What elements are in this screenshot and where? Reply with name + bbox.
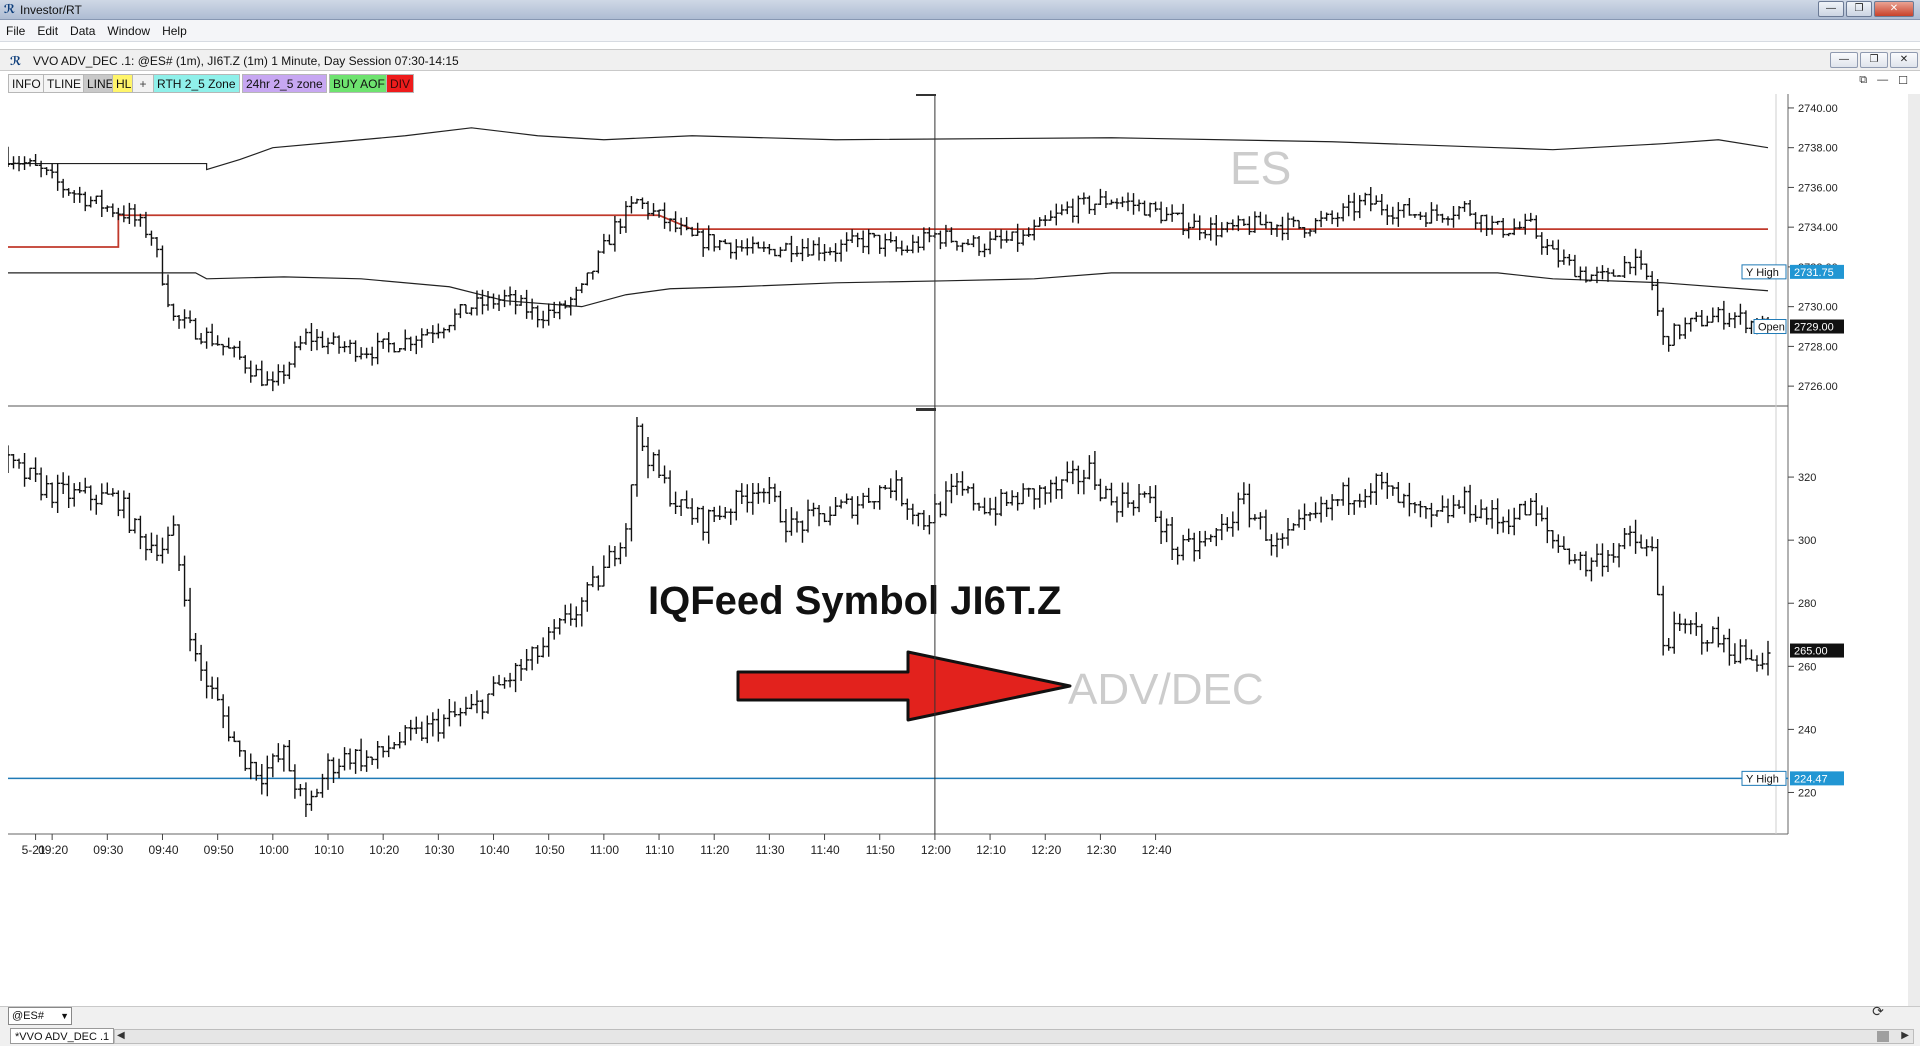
x-tick-label: 11:10 [645,843,674,857]
x-tick-label: 09:30 [93,843,123,857]
y-tick-label: 320 [1798,472,1816,484]
x-tick-label: 10:50 [535,843,565,857]
tline-button[interactable]: TLINE [43,74,86,93]
scroll-right-icon[interactable]: ▶ [1901,1030,1909,1041]
x-tick-label: 12:20 [1031,843,1061,857]
x-tick-label: 12:00 [921,843,951,857]
chart-area[interactable]: ES2740.002738.002736.002734.002732.00273… [8,94,1844,1006]
menu-window[interactable]: Window [101,24,156,38]
y-tick-label: 2740.00 [1798,103,1838,115]
menu-data[interactable]: Data [64,24,101,38]
y-tick-label: 260 [1798,661,1816,673]
y-tick-label: 220 [1798,787,1816,799]
y-tick-label: 280 [1798,598,1816,610]
y-tick-label: 2728.00 [1798,341,1838,353]
info-button[interactable]: INFO [8,74,45,93]
window-controls: — ❐ ✕ [1818,1,1914,17]
maximize-button[interactable]: ❐ [1846,1,1872,17]
price-marker-value: 224.47 [1794,773,1828,785]
marker-label: Open [1758,322,1785,334]
window-titlebar: ℛ Investor/RT — ❐ ✕ [0,0,1920,20]
buy-aof-button[interactable]: BUY AOF [329,74,389,93]
minimize-pane-icon[interactable]: — [1877,74,1888,87]
chart-close-button[interactable]: ✕ [1890,52,1918,68]
chart-minimize-button[interactable]: — [1830,52,1858,68]
price-marker-value: 2731.75 [1794,267,1834,279]
chart-window-icon: ℛ [10,54,22,68]
marker-label: Y High [1746,267,1779,279]
zoom-reset-icon[interactable]: ⟳ [1866,1003,1890,1021]
app-icon: ℛ [3,2,16,16]
chart-background [8,94,1844,1006]
price-marker-value: 265.00 [1794,646,1828,658]
menubar: File Edit Data Window Help [0,20,1920,42]
x-tick-label: 12:10 [976,843,1006,857]
x-tick-label: 09:20 [38,843,68,857]
x-tick-label: 12:40 [1142,843,1172,857]
x-tick-label: 10:00 [259,843,289,857]
24hr-zone-button[interactable]: 24hr 2_5 zone [242,74,327,93]
chart-toolbar: INFO TLINE LINE HL + RTH 2_5 Zone 24hr 2… [0,72,1920,94]
advdec-watermark: ADV/DEC [1068,665,1264,714]
symbol-value: @ES# [12,1010,44,1022]
x-tick-label: 10:10 [314,843,344,857]
y-tick-label: 240 [1798,724,1816,736]
y-tick-label: 2738.00 [1798,143,1838,155]
pane-grip[interactable] [916,94,936,96]
chevron-down-icon: ▼ [60,1011,69,1021]
app-title: Investor/RT [20,3,82,17]
menu-file[interactable]: File [0,24,31,38]
chart-window-titlebar: ℛ VVO ADV_DEC .1: @ES# (1m), JI6T.Z (1m)… [0,49,1920,71]
marker-label: Y High [1746,773,1779,785]
es-watermark: ES [1230,142,1291,194]
x-tick-label: 11:50 [866,843,895,857]
pane-grip[interactable] [916,408,936,411]
annotation-text: IQFeed Symbol JI6T.Z [648,579,1061,623]
x-tick-label: 12:30 [1086,843,1116,857]
div-button[interactable]: DIV [386,74,415,93]
menu-edit[interactable]: Edit [31,24,64,38]
x-tick-label: 09:50 [204,843,234,857]
minimize-button[interactable]: — [1818,1,1844,17]
close-button[interactable]: ✕ [1874,1,1914,17]
rth-zone-button[interactable]: RTH 2_5 Zone [153,74,240,93]
menu-help[interactable]: Help [156,24,193,38]
scroll-thumb[interactable] [1877,1031,1889,1042]
x-tick-label: 11:30 [755,843,784,857]
symbol-selector[interactable]: @ES# ▼ [8,1007,72,1025]
x-tick-label: 09:40 [148,843,178,857]
x-tick-label: 10:30 [424,843,454,857]
chart-window-controls: — ❐ ✕ [1830,52,1918,68]
y-tick-label: 300 [1798,535,1816,547]
chart-window-title: VVO ADV_DEC .1: @ES# (1m), JI6T.Z (1m) 1… [33,54,459,68]
x-tick-label: 10:40 [480,843,510,857]
x-tick-label: 11:00 [590,843,619,857]
x-tick-label: 11:40 [811,843,840,857]
pane-controls: ⧉ — ☐ [1859,74,1908,87]
y-tick-label: 2734.00 [1798,222,1838,234]
maximize-pane-icon[interactable]: ☐ [1898,74,1908,87]
scroll-left-icon[interactable]: ◀ [117,1030,125,1041]
chart-restore-button[interactable]: ❐ [1860,52,1888,68]
y-tick-label: 2726.00 [1798,381,1838,393]
restore-pane-icon[interactable]: ⧉ [1859,74,1867,87]
y-tick-label: 2736.00 [1798,182,1838,194]
horizontal-scrollbar[interactable]: ◀ ▶ [114,1029,1914,1044]
vertical-scrollbar[interactable] [1908,94,1920,1006]
price-marker-value: 2729.00 [1794,322,1834,334]
x-tick-label: 11:20 [700,843,729,857]
x-tick-label: 10:20 [369,843,399,857]
bottom-bar: @ES# ▼ *VVO ADV_DEC .1 ◀ ▶ [0,1006,1920,1046]
y-tick-label: 2730.00 [1798,302,1838,314]
chart-tab[interactable]: *VVO ADV_DEC .1 [10,1028,115,1044]
crosshair-button[interactable]: + [132,74,154,93]
